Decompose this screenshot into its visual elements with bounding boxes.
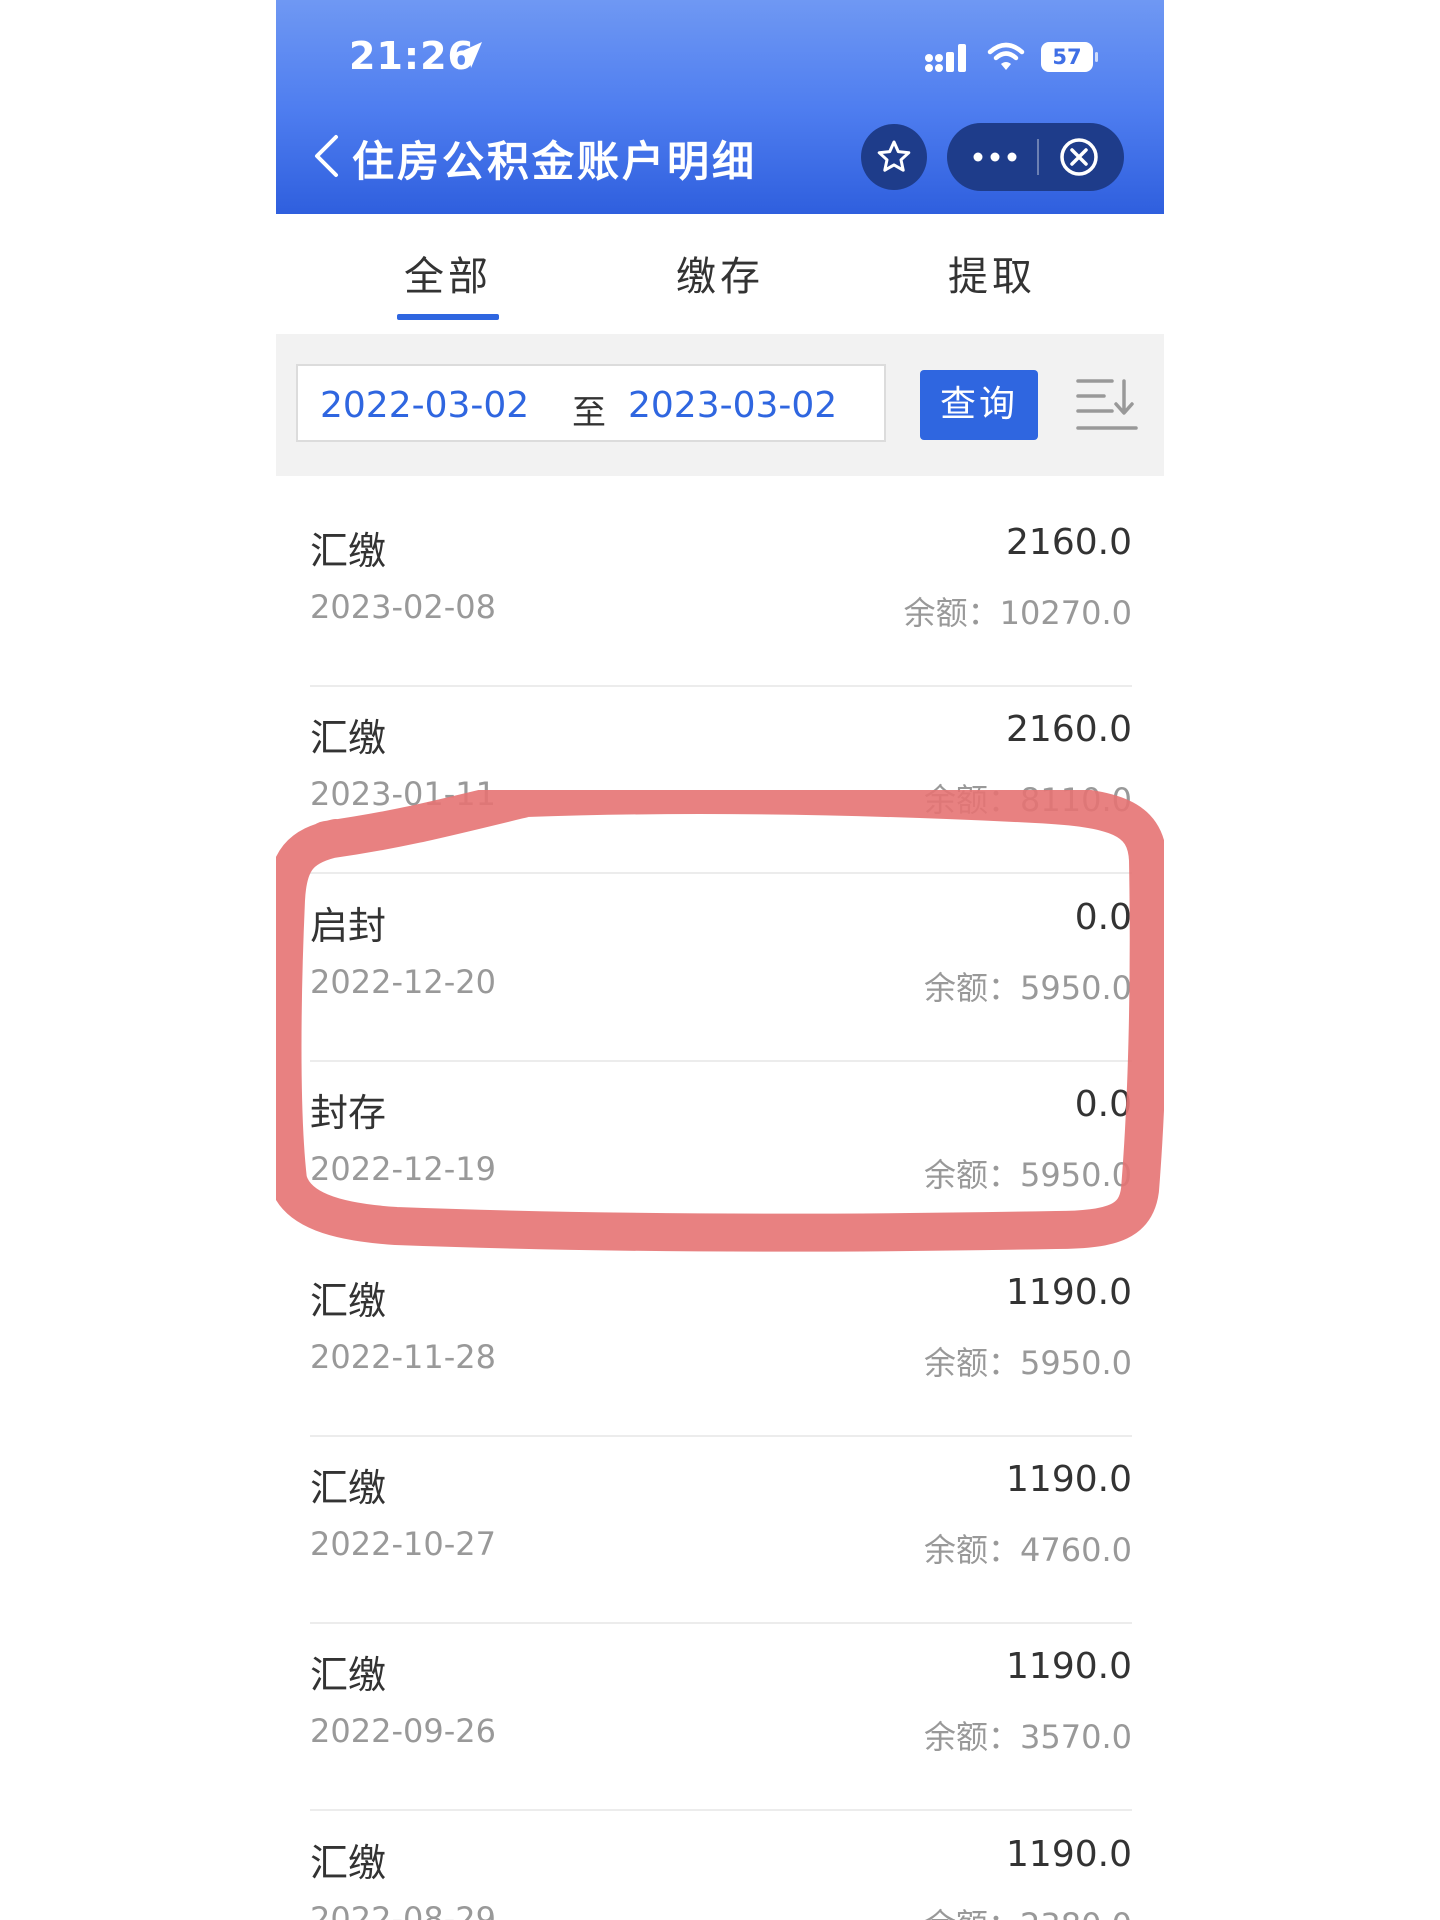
transaction-type: 汇缴: [310, 529, 387, 573]
query-button[interactable]: 查询: [920, 370, 1038, 440]
date-range-field[interactable]: 2022-03-02 至 2023-03-02: [296, 364, 886, 442]
page-title: 住房公积金账户明细: [352, 137, 758, 186]
transaction-balance: 余额：4760.0: [924, 1531, 1132, 1569]
tab-withdraw[interactable]: 提取: [912, 244, 1072, 302]
wifi-icon: [987, 42, 1025, 70]
transaction-amount: 1190.0: [1006, 1272, 1132, 1313]
tab-all[interactable]: 全部: [368, 244, 528, 302]
transaction-type: 汇缴: [310, 1841, 387, 1885]
list-item[interactable]: 汇缴 1190.0 2022-10-27 余额：4760.0: [310, 1437, 1132, 1625]
more-icon[interactable]: [973, 152, 1017, 162]
signal-icon: [925, 44, 966, 72]
transaction-type: 汇缴: [310, 1466, 387, 1510]
app-header: 21:26 57 住房公积金账户明细: [276, 0, 1164, 214]
transaction-type: 汇缴: [310, 1653, 387, 1697]
transaction-date: 2022-09-26: [310, 1712, 496, 1750]
tab-deposit[interactable]: 缴存: [640, 244, 800, 302]
active-tab-indicator: [397, 314, 499, 320]
transaction-amount: 1190.0: [1006, 1459, 1132, 1500]
transaction-amount: 2160.0: [1006, 709, 1132, 750]
back-chevron-icon[interactable]: [312, 134, 340, 178]
list-item[interactable]: 汇缴 1190.0 2022-09-26 余额：3570.0: [310, 1624, 1132, 1812]
transaction-amount: 1190.0: [1006, 1646, 1132, 1687]
transaction-date: 2022-10-27: [310, 1525, 496, 1563]
transaction-date: 2022-08-29: [310, 1900, 496, 1920]
transaction-balance: 余额：10270.0: [903, 594, 1132, 632]
tab-bar: 全部 缴存 提取: [276, 214, 1164, 334]
transaction-amount: 1190.0: [1006, 1834, 1132, 1875]
star-icon: [877, 140, 911, 172]
transaction-balance: 余额：3570.0: [924, 1718, 1132, 1756]
transaction-date: 2022-11-28: [310, 1338, 496, 1376]
capsule-divider: [1037, 139, 1039, 175]
close-icon[interactable]: [1059, 137, 1099, 177]
favorite-button[interactable]: [861, 124, 927, 190]
sort-icon[interactable]: [1076, 378, 1140, 432]
transaction-date: 2023-02-08: [310, 588, 496, 626]
transaction-amount: 2160.0: [1006, 522, 1132, 563]
battery-indicator: 57: [1041, 42, 1098, 72]
highlight-annotation: [276, 790, 1164, 1252]
end-date[interactable]: 2023-03-02: [628, 385, 837, 426]
list-item[interactable]: 汇缴 1190.0 2022-11-28 余额：5950.0: [310, 1250, 1132, 1438]
list-item[interactable]: 汇缴 2160.0 2023-02-08 余额：10270.0: [310, 500, 1132, 688]
filter-bar: 2022-03-02 至 2023-03-02 查询: [276, 334, 1164, 476]
battery-level: 57: [1052, 45, 1082, 69]
mini-program-capsule: [947, 123, 1124, 191]
transaction-type: 汇缴: [310, 716, 387, 760]
transaction-balance: 余额：5950.0: [924, 1344, 1132, 1382]
list-item[interactable]: 汇缴 1190.0 2022-08-29 余额：2380.0: [310, 1812, 1132, 1920]
transaction-balance: 余额：2380.0: [924, 1900, 1132, 1920]
row-divider: [310, 1809, 1132, 1811]
transaction-type: 汇缴: [310, 1279, 387, 1323]
start-date[interactable]: 2022-03-02: [320, 385, 529, 426]
date-separator: 至: [572, 393, 606, 433]
phone-screen: 21:26 57 住房公积金账户明细 全部 缴存 提取 2022-03-02 至…: [276, 0, 1164, 1920]
location-arrow-icon: [458, 42, 482, 68]
